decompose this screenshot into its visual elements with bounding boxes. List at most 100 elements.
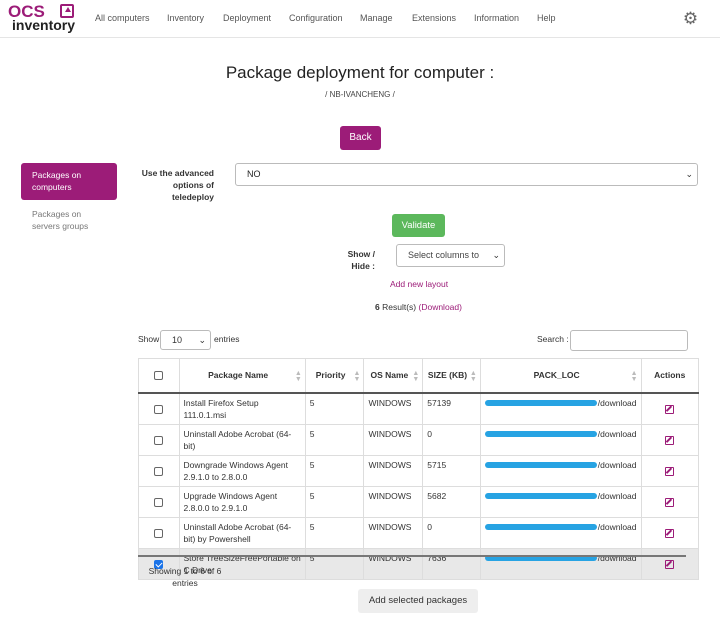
ocs-inventory-logo[interactable]: OCS inventory [8, 3, 78, 33]
size-cell: 5682 [422, 485, 481, 518]
pack-loc-cell: /download [479, 392, 642, 425]
results-summary: 6 Result(s) (Download) [375, 302, 462, 312]
advanced-options-label: Use the advanced options of teledeploy [141, 168, 214, 202]
edit-icon[interactable] [665, 497, 675, 507]
nav-all-computers[interactable]: All computers [95, 0, 150, 38]
advanced-options-value: NO [247, 169, 261, 179]
os-name-cell: WINDOWS [363, 392, 424, 425]
results-count: 6 [375, 302, 380, 312]
os-name-cell: WINDOWS [363, 485, 424, 518]
sort-icon: ▲ ▼ [469, 370, 477, 383]
priority-cell: 5 [304, 485, 365, 518]
nav-configuration[interactable]: Configuration [289, 0, 343, 38]
pack-loc-suffix: /download [597, 428, 637, 439]
search-label: Search : [537, 334, 569, 344]
actions-cell [640, 485, 700, 518]
sort-icon: ▲ ▼ [630, 370, 638, 383]
package-name-cell: Downgrade Windows Agent 2.9.1.0 to 2.8.0… [178, 454, 306, 487]
table-row[interactable]: Downgrade Windows Agent 2.9.1.0 to 2.8.0… [138, 454, 700, 487]
edit-icon[interactable] [665, 466, 675, 476]
back-button[interactable]: Back [340, 126, 381, 150]
row-checkbox-cell [138, 516, 180, 549]
column-size[interactable]: SIZE (KB) ▲ ▼ [422, 358, 481, 394]
pack-loc-cell: /download [479, 454, 642, 487]
table-footer-divider [138, 555, 686, 557]
column-os-name[interactable]: OS Name ▲ ▼ [363, 358, 424, 394]
redacted-url-mark [484, 400, 597, 407]
os-name-cell: WINDOWS [363, 454, 424, 487]
column-package-name[interactable]: Package Name ▲ ▼ [178, 358, 306, 394]
table-header-row: Package Name ▲ ▼ Priority ▲ ▼ OS Name ▲ ▼ SIZE… [138, 358, 700, 394]
columns-select-placeholder: Select columns to [408, 250, 480, 260]
edit-icon[interactable] [665, 528, 675, 538]
sort-icon: ▲ ▼ [353, 370, 361, 383]
nav-deployment[interactable]: Deployment [223, 0, 271, 38]
row-checkbox-cell [138, 485, 180, 518]
logo-text-bottom: inventory [12, 17, 76, 33]
sidebar-item-packages-on-computers[interactable]: Packages on computers [21, 163, 117, 200]
chevron-down-icon: ⌄ [489, 245, 500, 266]
show-label: Show [138, 334, 160, 344]
size-cell: 57139 [422, 392, 481, 425]
page-title: Package deployment for computer : [225, 63, 495, 82]
pack-loc-cell: /download [479, 423, 642, 456]
edit-icon[interactable] [665, 435, 675, 445]
size-cell: 0 [422, 516, 481, 549]
download-link[interactable]: (Download) [419, 302, 462, 312]
row-checkbox[interactable] [154, 404, 164, 414]
results-text: Result(s) [382, 302, 417, 312]
select-all-checkbox[interactable] [154, 371, 164, 380]
nav-information[interactable]: Information [474, 0, 519, 38]
nav-help[interactable]: Help [537, 0, 556, 38]
nav-manage[interactable]: Manage [360, 0, 393, 38]
column-pack-loc[interactable]: PACK_LOC ▲ ▼ [479, 358, 642, 394]
gear-icon[interactable]: ⚙ [682, 10, 699, 27]
table-row[interactable]: Uninstall Adobe Acrobat (64-bit) 5 WINDOWS… [138, 423, 700, 456]
nav-inventory[interactable]: Inventory [167, 0, 204, 38]
column-priority[interactable]: Priority ▲ ▼ [304, 358, 365, 394]
entries-label: entries [214, 334, 240, 344]
table-row[interactable]: Upgrade Windows Agent 2.8.0.0 to 2.9.1.0… [138, 485, 700, 518]
add-new-layout-link[interactable]: Add new layout [390, 279, 448, 289]
nav-extensions[interactable]: Extensions [412, 0, 456, 38]
actions-cell [640, 516, 700, 549]
package-name-cell: Upgrade Windows Agent 2.8.0.0 to 2.9.1.0 [178, 485, 306, 518]
pack-loc-suffix: /download [597, 521, 637, 532]
size-cell: 5715 [422, 454, 481, 487]
row-checkbox-cell [138, 392, 180, 425]
row-checkbox-cell [138, 454, 180, 487]
actions-cell [640, 547, 700, 580]
logo-upload-icon [60, 4, 74, 18]
row-checkbox[interactable] [154, 497, 164, 507]
edit-icon[interactable] [665, 404, 675, 414]
search-input[interactable] [570, 330, 688, 351]
pack-loc-cell: /download [479, 485, 642, 518]
sidebar-item-packages-on-servers-groups[interactable]: Packages on servers groups [32, 208, 98, 232]
computer-name: / NB-IVANCHENG / [325, 90, 395, 99]
validate-button[interactable]: Validate [392, 214, 445, 237]
entries-length-select[interactable]: 10 ⌄ [160, 330, 211, 350]
row-checkbox[interactable] [154, 528, 164, 538]
priority-cell: 5 [304, 392, 365, 425]
show-hide-label: Show / Hide : [347, 249, 375, 271]
size-cell: 7636 [422, 547, 481, 580]
packages-table: Package Name ▲ ▼ Priority ▲ ▼ OS Name ▲ ▼ SIZE… [138, 358, 700, 580]
table-row[interactable]: Uninstall Adobe Acrobat (64-bit) by Powe… [138, 516, 700, 549]
priority-cell: 5 [304, 454, 365, 487]
pack-loc-suffix: /download [597, 459, 637, 470]
actions-cell [640, 454, 700, 487]
pack-loc-suffix: /download [597, 397, 637, 408]
row-checkbox[interactable] [154, 435, 164, 445]
row-checkbox-cell [138, 423, 180, 456]
advanced-options-select[interactable]: NO ⌄ [235, 163, 698, 186]
package-name-cell: Install Firefox Setup 111.0.1.msi [178, 392, 306, 425]
os-name-cell: WINDOWS [363, 423, 424, 456]
size-cell: 0 [422, 423, 481, 456]
columns-select[interactable]: Select columns to ⌄ [396, 244, 505, 267]
top-navbar: OCS inventory All computers Inventory De… [0, 0, 720, 38]
table-row[interactable]: Install Firefox Setup 111.0.1.msi 5 WINDOW… [138, 392, 700, 425]
add-selected-packages-button[interactable]: Add selected packages [358, 589, 478, 613]
row-checkbox[interactable] [154, 466, 164, 476]
edit-icon[interactable] [665, 559, 675, 569]
sort-icon: ▲ ▼ [294, 370, 302, 383]
